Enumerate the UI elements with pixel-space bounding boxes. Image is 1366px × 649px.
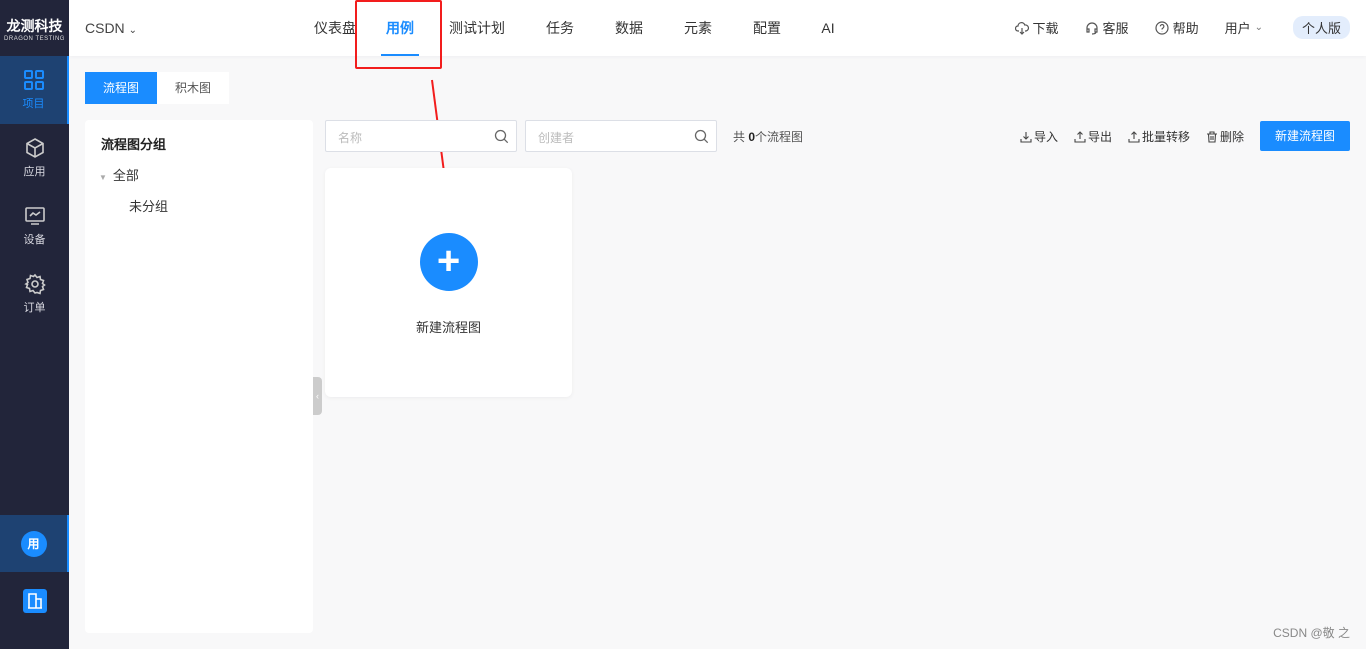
logo-title: 龙测科技	[6, 18, 63, 34]
sidebar-item-device[interactable]: 设备	[0, 192, 69, 260]
search-icon	[694, 129, 709, 144]
help-link[interactable]: 帮助	[1154, 18, 1199, 37]
download-label: 下载	[1032, 21, 1059, 36]
sidebar: 龙测科技 DRAGON TESTING 项目 应用 设备 订单 用	[0, 0, 69, 649]
delete-button[interactable]: 删除	[1206, 128, 1244, 145]
service-label: 客服	[1102, 21, 1129, 36]
logo: 龙测科技 DRAGON TESTING	[0, 0, 69, 56]
download-icon	[1020, 131, 1032, 143]
caret-down-icon: ▼	[99, 173, 107, 182]
sidebar-item-label: 项目	[22, 98, 45, 110]
gear-icon	[23, 273, 46, 295]
name-search-input[interactable]: 名称	[325, 120, 517, 152]
tab-flowchart[interactable]: 流程图	[85, 72, 157, 104]
trash-icon	[1206, 130, 1217, 143]
user-avatar-button[interactable]: 用	[0, 515, 69, 572]
monitor-icon	[24, 207, 45, 225]
grid-icon	[23, 70, 44, 90]
tree-node-label: 全部	[112, 168, 139, 183]
nav-test-plan[interactable]: 测试计划	[431, 0, 523, 56]
organization-button[interactable]	[0, 572, 69, 629]
nav-ai[interactable]: AI	[799, 0, 857, 56]
edition-badge[interactable]: 个人版	[1292, 16, 1350, 39]
upload-icon	[1074, 130, 1086, 143]
group-panel-title: 流程图分组	[101, 137, 167, 152]
tab-blocks[interactable]: 积木图	[157, 72, 229, 104]
import-button[interactable]: 导入	[1020, 128, 1058, 145]
help-label: 帮助	[1172, 21, 1199, 36]
help-icon	[1154, 20, 1169, 35]
tree-node-ungrouped[interactable]: 未分组	[101, 196, 297, 215]
flowchart-count: 共 0个流程图	[733, 130, 804, 144]
collapse-panel-handle[interactable]: ‹	[313, 377, 322, 415]
tree-node-all[interactable]: ▼ 全部	[99, 165, 297, 184]
avatar: 用	[20, 530, 47, 557]
sidebar-item-label: 应用	[23, 166, 46, 178]
top-bar: CSDN ⌄ 仪表盘 用例 测试计划 任务 数据 元素 配置 AI 下载 客服 …	[69, 0, 1366, 56]
new-flowchart-card[interactable]: + 新建流程图	[325, 168, 572, 397]
nav-data[interactable]: 数据	[597, 0, 661, 56]
group-panel: 流程图分组 ▼ 全部 未分组	[85, 120, 313, 633]
sidebar-item-label: 订单	[23, 302, 46, 314]
sidebar-item-project[interactable]: 项目	[0, 56, 69, 124]
sidebar-item-label: 设备	[23, 234, 46, 246]
batch-move-button[interactable]: 批量转移	[1128, 128, 1190, 145]
sidebar-item-app[interactable]: 应用	[0, 124, 69, 192]
new-flowchart-button[interactable]: 新建流程图	[1260, 121, 1350, 151]
building-icon	[22, 588, 47, 613]
upload-icon	[1128, 130, 1140, 143]
chevron-down-icon: ⌄	[128, 25, 137, 36]
customer-service-link[interactable]: 客服	[1085, 18, 1129, 37]
download-link[interactable]: 下载	[1014, 18, 1059, 37]
nav-elements[interactable]: 元素	[661, 0, 735, 56]
sidebar-item-order[interactable]: 订单	[0, 260, 69, 328]
cloud-download-icon	[1014, 21, 1029, 35]
plus-icon: +	[419, 233, 478, 291]
nav-tasks[interactable]: 任务	[523, 0, 597, 56]
view-tabs: 流程图 积木图	[85, 72, 229, 104]
project-selector[interactable]: CSDN ⌄	[85, 20, 137, 36]
name-placeholder: 名称	[338, 131, 363, 145]
logo-subtitle: DRAGON TESTING	[4, 36, 65, 42]
project-name: CSDN	[85, 20, 125, 36]
headset-icon	[1085, 21, 1098, 35]
search-icon	[494, 129, 509, 144]
creator-placeholder: 创建者	[538, 131, 575, 145]
creator-search-input[interactable]: 创建者	[525, 120, 717, 152]
user-menu[interactable]: 用户 ⌄	[1225, 18, 1263, 37]
cube-icon	[25, 138, 44, 158]
chevron-down-icon: ⌄	[1254, 22, 1263, 33]
nav-config[interactable]: 配置	[735, 0, 799, 56]
new-flowchart-card-label: 新建流程图	[415, 320, 481, 335]
export-button[interactable]: 导出	[1074, 128, 1112, 145]
annotation-highlight-box	[355, 0, 442, 69]
user-label: 用户	[1224, 21, 1251, 36]
watermark: CSDN @敬 之	[1273, 626, 1350, 640]
